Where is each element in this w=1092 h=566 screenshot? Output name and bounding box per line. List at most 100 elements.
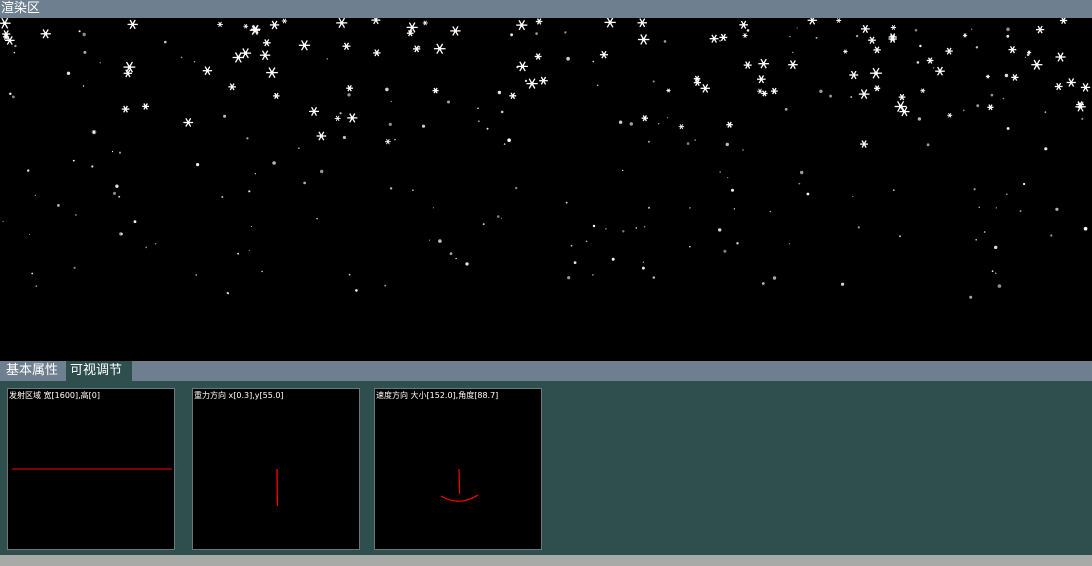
snow-particle [622,230,625,233]
tab-basic-properties[interactable]: 基本属性 [2,361,66,381]
snow-particle [1004,73,1009,78]
snow-particle [622,169,624,172]
snow-particle [611,257,615,261]
snow-particle [248,249,250,251]
snow-particle [1023,182,1026,186]
snowflake-icon [422,20,428,26]
snow-particle [1006,193,1008,195]
snow-particle [1050,234,1053,237]
snow-particle [72,159,75,162]
snowflake-icon [641,115,648,122]
snow-particle [27,169,30,172]
snow-particle [567,276,571,280]
snow-particle [34,194,37,197]
snow-particle [500,110,504,114]
snow-particle [412,189,414,191]
snow-particle [689,245,691,248]
snow-particle [384,284,387,287]
snow-particle [723,249,727,253]
snow-particle [75,214,77,216]
snowflake-icon [788,60,798,70]
snow-particle [789,243,790,245]
snowflake-icon [373,49,381,57]
snow-particle [516,66,519,69]
snow-particle [246,137,249,140]
snowflake-icon [873,46,881,54]
snowflake-icon [637,34,650,45]
snowflake-icon [434,43,446,55]
snow-particle [449,252,453,256]
snow-particle [652,276,655,279]
tab-visual-adjust[interactable]: 可视调节区 [66,361,132,397]
snow-particle [573,261,577,264]
visual-adjust-panel-area: 发射区域 宽[1600],高[0] 重力方向 x[0.3],y[55.0] 速度… [0,381,1092,555]
snow-particle [997,284,1002,288]
snowflake-icon [273,92,280,100]
snow-particle [428,239,430,241]
snow-particle [975,239,977,241]
snowflake-icon [281,18,288,24]
snow-particle [829,94,833,98]
render-canvas[interactable] [0,18,1092,361]
snow-particle [418,45,421,48]
snowflake-icon [849,70,859,80]
snowflake-icon [262,39,271,47]
snowflake-icon [347,113,358,123]
snow-particle [326,58,328,60]
snow-particle [742,149,744,151]
snow-particle [113,191,116,195]
snow-particle [193,61,196,63]
snowflake-icon [899,106,910,117]
snow-particle [841,282,845,286]
snow-particle [641,266,645,270]
snow-particle [917,117,922,121]
snowflake-icon [127,19,138,30]
snow-particle [500,217,503,219]
emit-area-indicator [12,468,172,470]
snowflake-icon [228,83,236,91]
snow-particle [389,187,393,190]
snow-particle [478,120,480,123]
snow-particle [261,270,263,273]
snowflake-icon [1011,73,1019,81]
snowflake-icon [266,67,278,79]
snowflake-icon [739,20,748,29]
snow-particle [994,245,998,250]
snow-particle [919,44,922,48]
snow-particle [78,30,81,33]
snow-particle [686,142,690,145]
snowflake-icon [346,84,353,92]
snow-particle [73,266,76,269]
snow-particle [772,276,777,280]
snowflake-icon [843,49,848,54]
snow-particle [971,28,973,30]
snow-particle [133,220,137,224]
snow-particle [926,143,930,147]
snow-particle [385,87,389,92]
snowflake-icon [700,83,710,93]
snow-particle [727,177,729,179]
snowflake-icon [269,20,280,30]
emit-area-panel[interactable]: 发射区域 宽[1600],高[0] [7,388,175,550]
snowflake-icon [142,103,149,110]
snowflake-icon [240,48,252,59]
snow-particle [339,112,342,115]
snow-particle [477,107,479,110]
snow-particle [482,223,485,226]
snow-particle [31,272,34,275]
snowflake-icon [962,33,968,38]
snow-particle [1044,111,1047,114]
snow-particle [994,272,997,274]
velocity-direction-panel[interactable]: 速度方向 大小[152.0],角度[88.7] [374,388,542,550]
tab-bar: 基本属性 可视调节区 [0,361,1092,397]
snow-particle [932,67,935,69]
snowflake-icon [693,75,701,82]
snow-particle [761,282,765,285]
snow-particle [991,270,994,273]
snow-particle [647,140,650,143]
gravity-direction-panel[interactable]: 重力方向 x[0.3],y[55.0] [192,388,360,550]
snow-particle [605,228,607,230]
snow-particle [465,262,469,266]
snow-particle [635,227,638,229]
snowflake-icon [858,89,870,100]
